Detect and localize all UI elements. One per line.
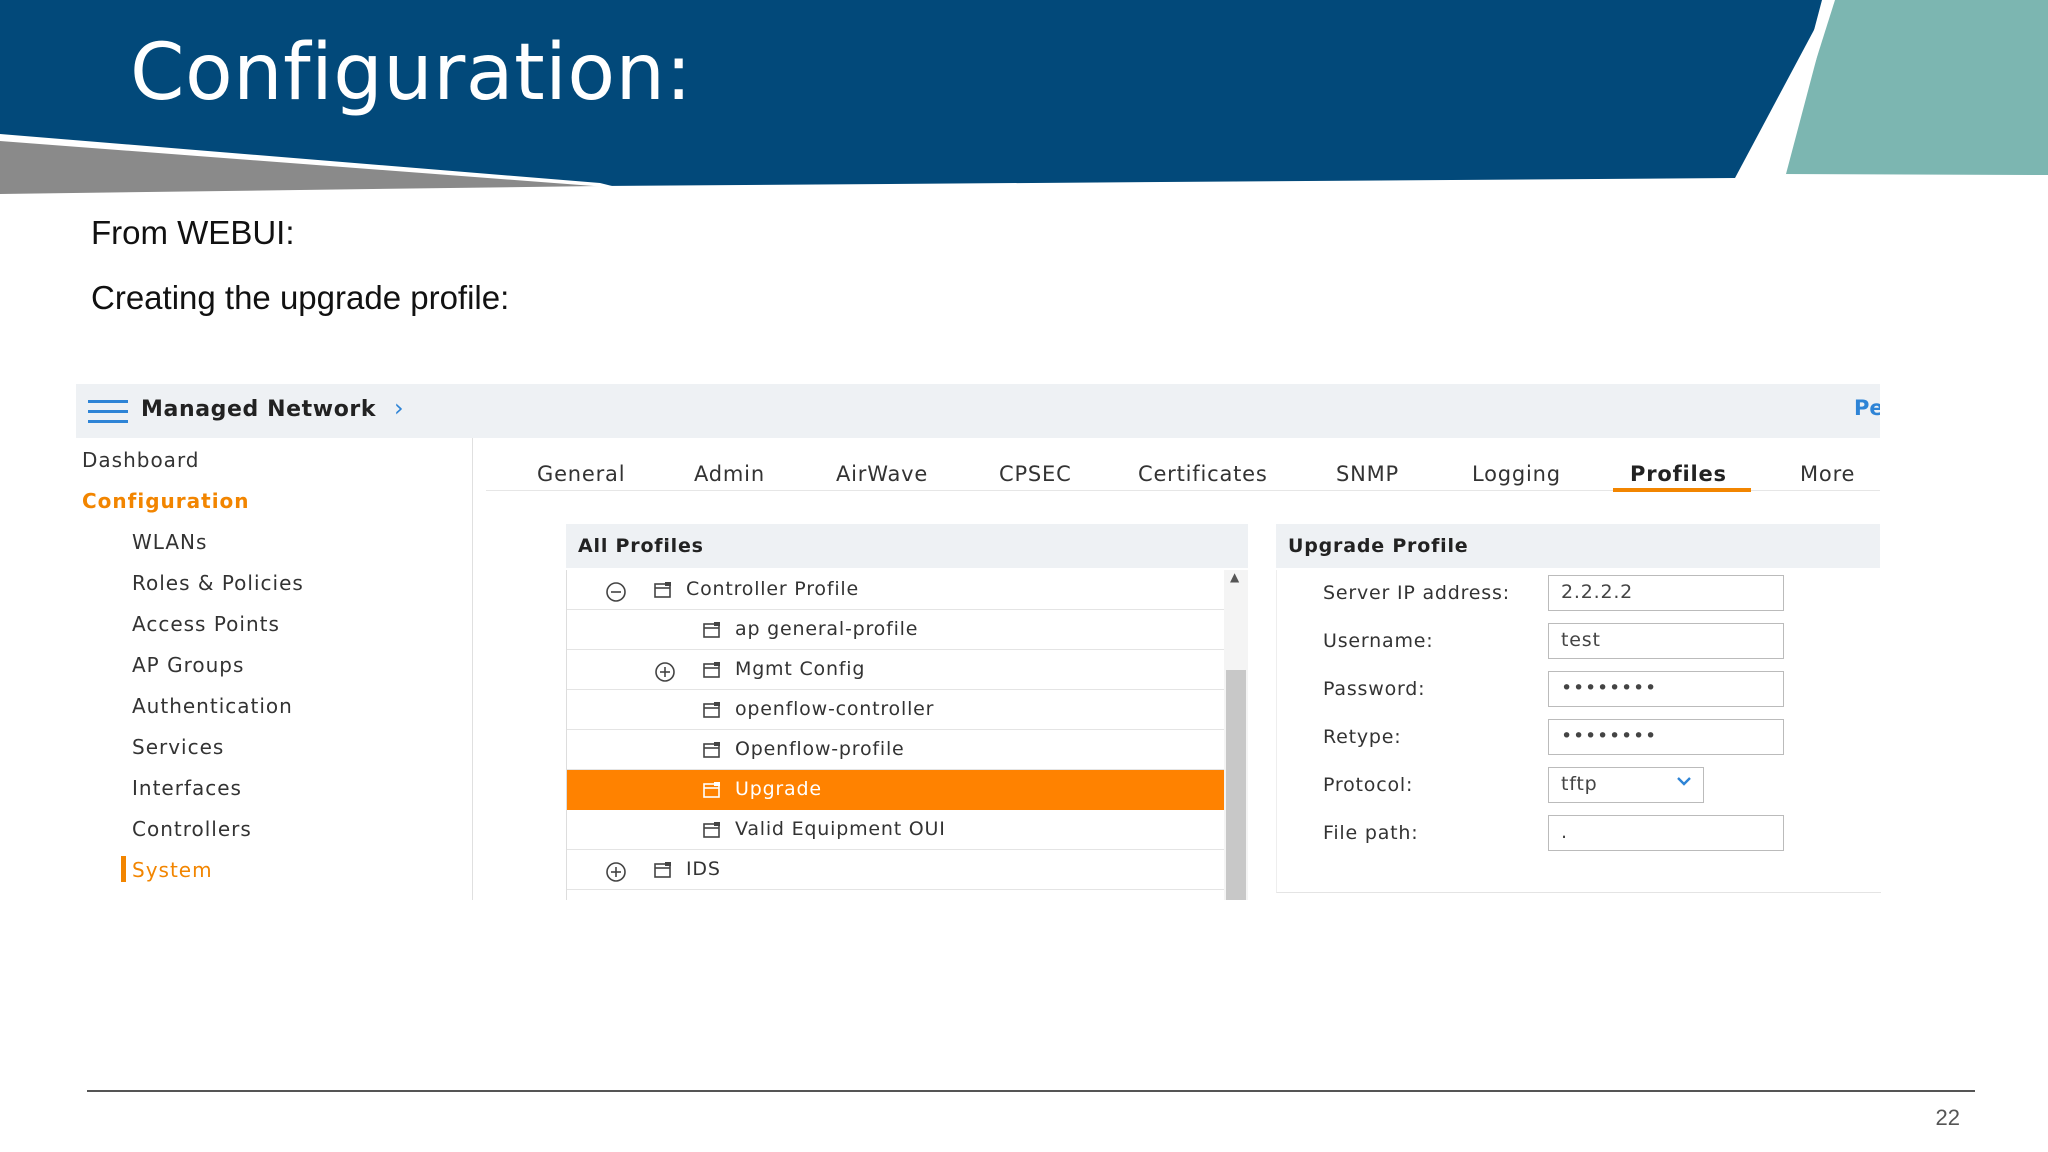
- intro-text-webui: From WEBUI:: [91, 214, 295, 251]
- tree-row-mgmt-config[interactable]: Mgmt Config: [567, 650, 1225, 690]
- sidebar-item-controllers[interactable]: Controllers: [132, 817, 252, 841]
- page-number: 22: [1935, 1105, 1960, 1130]
- username-label: Username:: [1323, 630, 1434, 652]
- file-path-input[interactable]: .: [1548, 815, 1784, 851]
- tree-scrollbar[interactable]: ▲: [1224, 570, 1248, 900]
- active-tab-underline: [1613, 488, 1751, 492]
- intro-text-creating: Creating the upgrade profile:: [91, 279, 510, 316]
- sidebar-item-services[interactable]: Services: [132, 735, 224, 759]
- sidebar-item-interfaces[interactable]: Interfaces: [132, 776, 242, 800]
- sidebar-item-wlans[interactable]: WLANs: [132, 530, 207, 554]
- tree-row-openflow-profile[interactable]: Openflow-profile: [567, 730, 1225, 770]
- webui-screenshot: Managed Network › Pe Dashboard Configura…: [76, 384, 1881, 900]
- tree-row-openflow-controller[interactable]: openflow-controller: [567, 690, 1225, 730]
- tree-row-valid-equipment-oui[interactable]: Valid Equipment OUI: [567, 810, 1225, 850]
- tab-bar: General Admin AirWave CPSEC Certificates…: [486, 438, 1880, 492]
- footer-divider: [87, 1090, 1975, 1092]
- sidebar-item-ap-groups[interactable]: AP Groups: [132, 653, 244, 677]
- tree-row-label: Openflow-profile: [735, 738, 905, 760]
- chevron-right-icon[interactable]: ›: [394, 394, 404, 422]
- hamburger-menu-icon[interactable]: [88, 400, 128, 424]
- tab-snmp[interactable]: SNMP: [1336, 462, 1399, 486]
- username-input[interactable]: test: [1548, 623, 1784, 659]
- tab-logging[interactable]: Logging: [1472, 462, 1561, 486]
- password-label: Password:: [1323, 678, 1426, 700]
- profile-icon: [703, 702, 720, 718]
- server-ip-input[interactable]: 2.2.2.2: [1548, 575, 1784, 611]
- protocol-value: tftp: [1561, 773, 1598, 795]
- tab-profiles[interactable]: Profiles: [1630, 462, 1727, 486]
- tab-general[interactable]: General: [537, 462, 625, 486]
- sidebar-item-access-points[interactable]: Access Points: [132, 612, 280, 636]
- tree-row-ap-general-profile[interactable]: ap general-profile: [567, 610, 1225, 650]
- sidebar-item-system-row[interactable]: System: [76, 856, 376, 886]
- sidebar: Dashboard Configuration WLANs Roles & Po…: [76, 438, 473, 900]
- tab-more[interactable]: More: [1800, 462, 1855, 486]
- scroll-thumb[interactable]: [1226, 670, 1246, 900]
- profile-icon: [703, 662, 720, 678]
- profiles-tree: Controller Profile ap general-profile Mg…: [566, 570, 1226, 900]
- tree-row-label: Valid Equipment OUI: [735, 818, 946, 840]
- slide-title: Configuration:: [130, 28, 693, 118]
- app-header: Managed Network › Pe: [76, 384, 1880, 438]
- sidebar-item-configuration[interactable]: Configuration: [82, 489, 250, 513]
- profile-icon: [654, 862, 671, 878]
- tree-row-controller-profile[interactable]: Controller Profile: [567, 570, 1225, 610]
- file-path-label: File path:: [1323, 822, 1419, 844]
- tab-cpsec[interactable]: CPSEC: [999, 462, 1072, 486]
- expand-icon[interactable]: [605, 861, 627, 883]
- profile-icon: [703, 742, 720, 758]
- sidebar-item-system[interactable]: System: [132, 858, 213, 882]
- profile-icon: [703, 782, 720, 798]
- tab-airwave[interactable]: AirWave: [836, 462, 928, 486]
- sidebar-item-authentication[interactable]: Authentication: [132, 694, 293, 718]
- tree-row-label: ap general-profile: [735, 618, 919, 640]
- profile-icon: [703, 622, 720, 638]
- server-ip-label: Server IP address:: [1323, 582, 1510, 604]
- retype-label: Retype:: [1323, 726, 1402, 748]
- protocol-select[interactable]: tftp: [1548, 767, 1704, 803]
- tree-row-label: openflow-controller: [735, 698, 935, 720]
- header-link[interactable]: Pe: [1854, 396, 1880, 420]
- tab-certificates[interactable]: Certificates: [1138, 462, 1268, 486]
- collapse-icon[interactable]: [605, 581, 627, 603]
- active-indicator: [121, 856, 126, 882]
- retype-input[interactable]: ••••••••: [1548, 719, 1784, 755]
- all-profiles-header: All Profiles: [566, 524, 1248, 568]
- sidebar-item-roles-policies[interactable]: Roles & Policies: [132, 571, 304, 595]
- header-title: Managed Network: [141, 397, 377, 422]
- chevron-down-icon: [1677, 777, 1691, 786]
- scroll-up-arrow-icon[interactable]: ▲: [1230, 570, 1239, 584]
- protocol-label: Protocol:: [1323, 774, 1414, 796]
- expand-icon[interactable]: [654, 661, 676, 683]
- tree-row-label: Mgmt Config: [735, 658, 866, 680]
- profile-icon: [703, 822, 720, 838]
- tab-admin[interactable]: Admin: [694, 462, 765, 486]
- sidebar-item-dashboard[interactable]: Dashboard: [82, 448, 200, 472]
- tree-row-ids[interactable]: IDS: [567, 850, 1225, 890]
- tree-row-label: Controller Profile: [686, 578, 859, 600]
- profile-icon: [654, 582, 671, 598]
- upgrade-profile-header: Upgrade Profile: [1276, 524, 1880, 568]
- tree-row-upgrade[interactable]: Upgrade: [567, 770, 1225, 810]
- upgrade-profile-form: Server IP address: 2.2.2.2 Username: tes…: [1276, 570, 1881, 893]
- tree-row-label: Upgrade: [735, 778, 822, 800]
- password-input[interactable]: ••••••••: [1548, 671, 1784, 707]
- tree-row-label: IDS: [686, 858, 721, 880]
